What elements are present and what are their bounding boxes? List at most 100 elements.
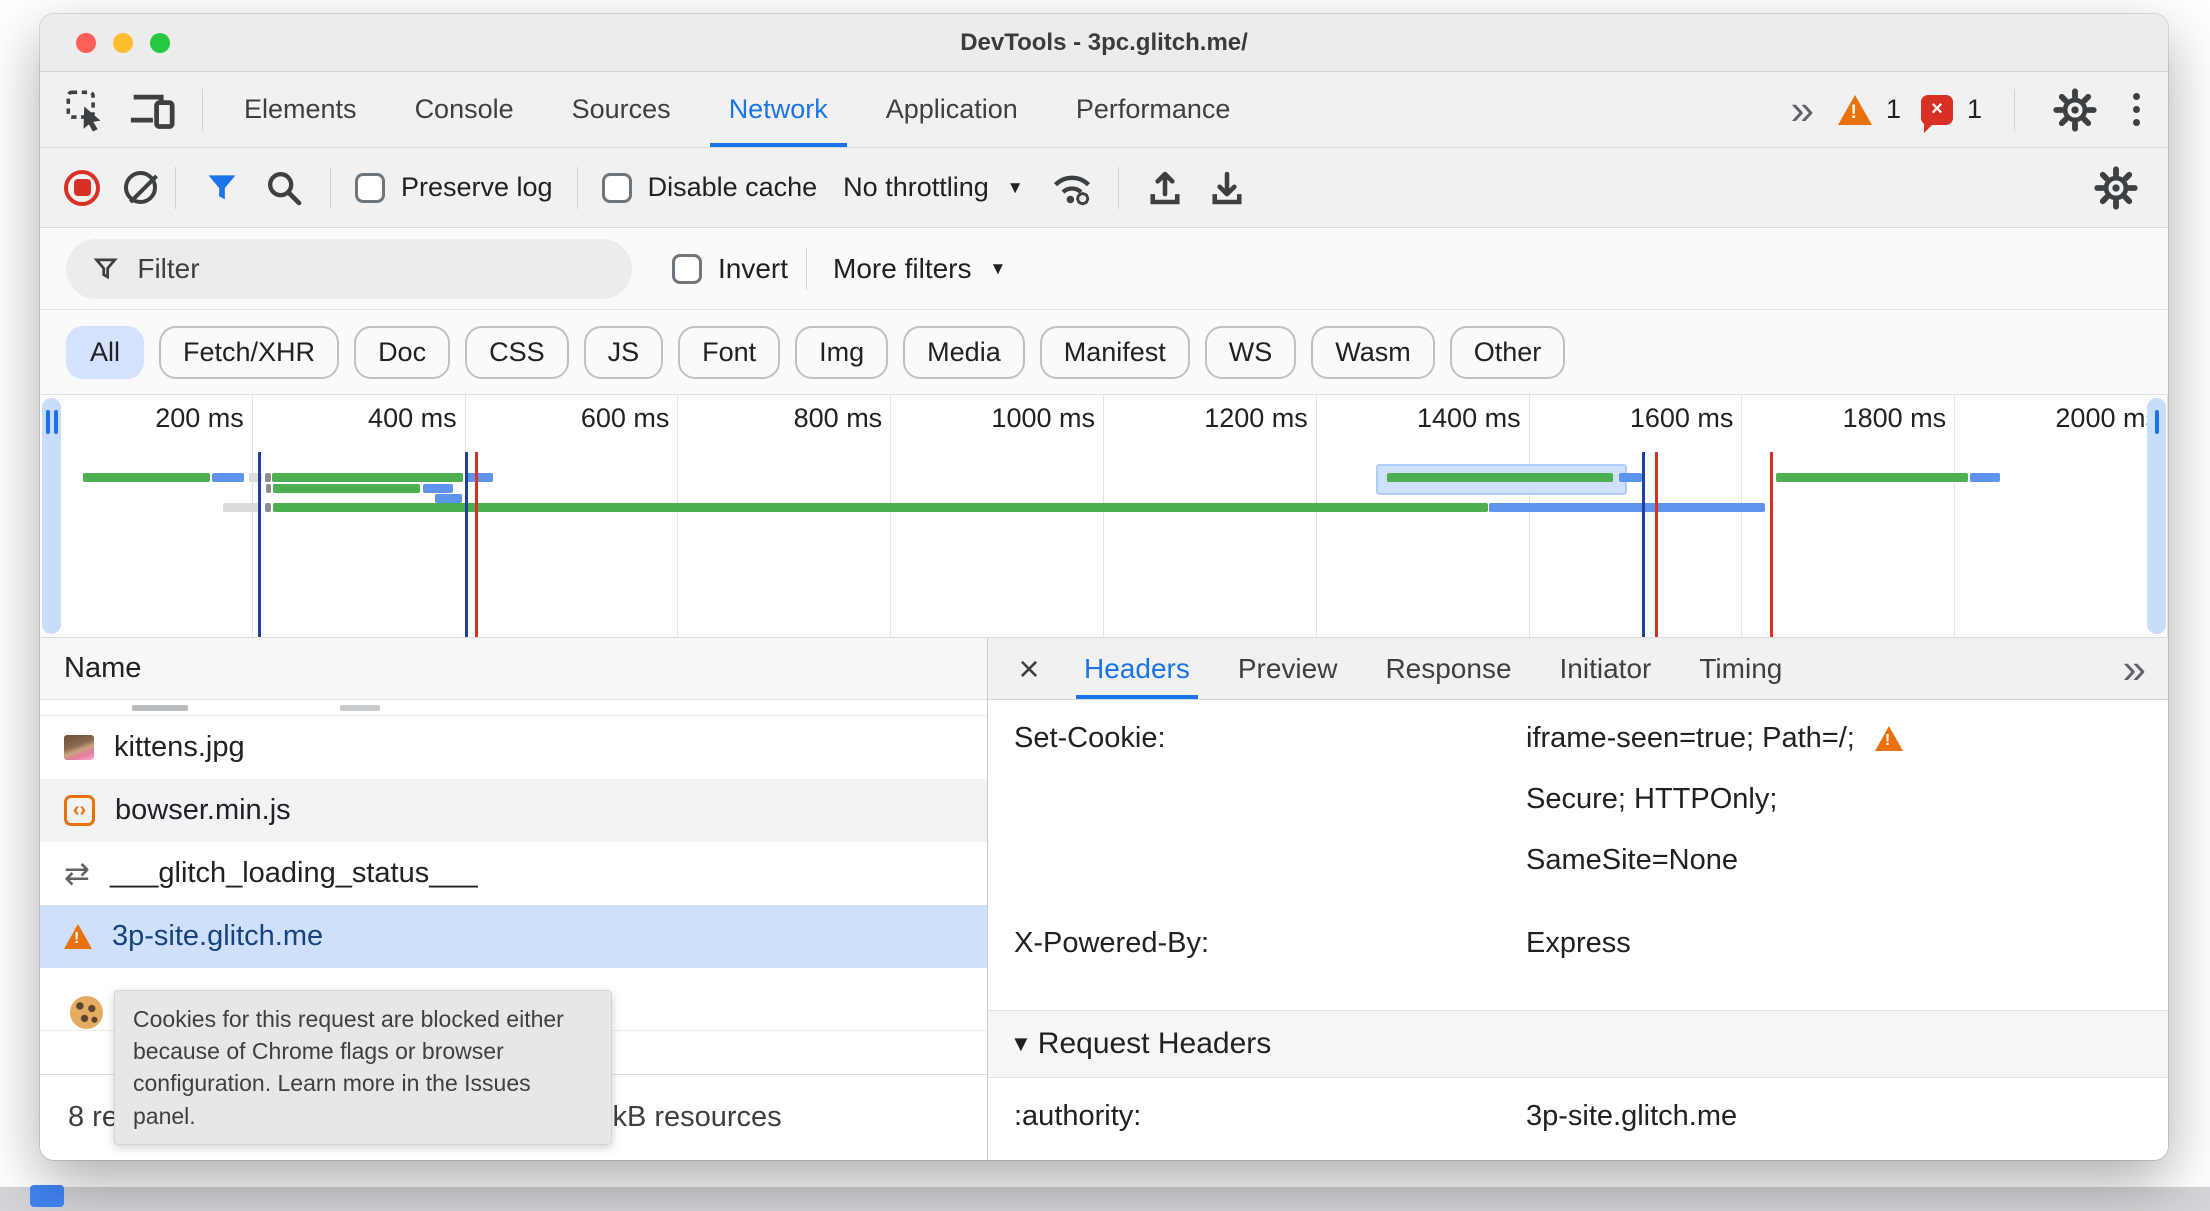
partially-scrolled-row[interactable]: [40, 700, 987, 716]
kebab-menu-icon[interactable]: [2123, 93, 2150, 126]
more-filters-label: More filters: [833, 252, 972, 284]
header-value-text: iframe-seen=true; Path=/;: [1526, 722, 1855, 754]
filter-row: Invert More filters ▼: [40, 228, 2168, 310]
import-har-icon[interactable]: [1137, 160, 1193, 216]
error-icon: ×: [1920, 94, 1953, 133]
chip-manifest[interactable]: Manifest: [1039, 325, 1190, 379]
network-conditions-icon[interactable]: [1044, 160, 1100, 216]
chip-all[interactable]: All: [66, 325, 145, 379]
tab-application[interactable]: Application: [857, 72, 1047, 147]
settings-gear-icon[interactable]: [2047, 82, 2103, 138]
name-column-header[interactable]: Name: [40, 638, 987, 700]
request-row[interactable]: ‹› bowser.min.js: [40, 779, 987, 842]
tab-console[interactable]: Console: [386, 72, 543, 147]
close-window-button[interactable]: [76, 33, 96, 53]
cookie-icon: [70, 996, 103, 1029]
network-settings-gear-icon[interactable]: [2088, 160, 2144, 216]
detail-tab-timing[interactable]: Timing: [1675, 638, 1806, 699]
record-network-log-icon[interactable]: [64, 169, 100, 206]
warning-icon: [64, 924, 92, 949]
filter-funnel-icon[interactable]: [194, 160, 250, 216]
warning-icon: [1837, 94, 1872, 125]
network-toolbar: Preserve log Disable cache No throttling…: [40, 148, 2168, 228]
tab-elements[interactable]: Elements: [215, 72, 386, 147]
throttling-select[interactable]: No throttling ▼: [829, 172, 1037, 203]
chip-js[interactable]: JS: [583, 325, 664, 379]
disable-cache-toggle[interactable]: Disable cache: [596, 172, 824, 203]
request-row[interactable]: ⇄ ___glitch_loading_status___: [40, 842, 987, 905]
tab-performance[interactable]: Performance: [1047, 72, 1260, 147]
waterfall-segment-lightgray: [223, 503, 260, 512]
devtools-tabbar: Elements Console Sources Network Application…: [40, 72, 2168, 148]
divider: [330, 166, 331, 209]
more-filters-dropdown[interactable]: More filters ▼: [819, 253, 1020, 285]
chip-ws[interactable]: WS: [1204, 325, 1297, 379]
overview-right-handle[interactable]: [2147, 398, 2166, 634]
waterfall-bars: [40, 395, 2168, 637]
background-window-strip: [0, 1187, 2210, 1211]
chip-media[interactable]: Media: [903, 325, 1025, 379]
waterfall-segment-green: [273, 503, 1489, 512]
zoom-window-button[interactable]: [150, 33, 170, 53]
header-value-line: Express: [1526, 927, 2142, 960]
waterfall-segment-green: [1776, 473, 1968, 482]
warning-count: 1: [1885, 94, 1901, 124]
waterfall-segment-green: [82, 473, 211, 482]
divider: [1117, 166, 1119, 209]
divider: [806, 247, 808, 290]
request-details-pane: × Headers Preview Response Initiator Timing …: [988, 638, 2168, 1160]
header-value-line: Secure; HTTPOnly;: [1526, 783, 2142, 816]
console-error-group[interactable]: × 1: [1920, 94, 1982, 133]
chevron-down-icon: ▼: [989, 258, 1007, 278]
chip-img[interactable]: Img: [795, 325, 889, 379]
waterfall-overview[interactable]: 200 ms 400 ms 600 ms 800 ms 1000 ms 1200 ms 14…: [40, 395, 2168, 638]
invert-label: Invert: [718, 252, 789, 284]
error-count: 1: [1966, 94, 1982, 124]
chip-other[interactable]: Other: [1449, 325, 1566, 379]
export-har-icon[interactable]: [1199, 160, 1255, 216]
waterfall-segment-green: [271, 473, 464, 482]
tab-sources[interactable]: Sources: [543, 72, 700, 147]
chip-css[interactable]: CSS: [465, 325, 569, 379]
chip-wasm[interactable]: Wasm: [1311, 325, 1435, 379]
issues-warning-group[interactable]: 1: [1837, 94, 1901, 125]
header-value: iframe-seen=true; Path=/; Secure; HTTPOnl…: [1526, 722, 2142, 905]
filter-input[interactable]: [137, 252, 606, 285]
overview-left-handle[interactable]: [42, 398, 61, 634]
warning-icon[interactable]: [1874, 726, 1903, 751]
detail-tab-response[interactable]: Response: [1361, 638, 1535, 699]
preserve-log-toggle[interactable]: Preserve log: [349, 172, 559, 203]
filter-input-pill[interactable]: [66, 238, 632, 299]
chip-doc[interactable]: Doc: [354, 325, 451, 379]
disable-cache-checkbox[interactable]: [601, 172, 632, 203]
invert-toggle[interactable]: Invert: [666, 253, 794, 285]
detail-tab-initiator[interactable]: Initiator: [1536, 638, 1676, 699]
detail-tab-preview[interactable]: Preview: [1214, 638, 1362, 699]
clear-network-log-icon[interactable]: [124, 171, 157, 204]
request-row[interactable]: 3p-site.glitch.me: [40, 905, 987, 968]
divider: [202, 88, 203, 131]
minimize-window-button[interactable]: [113, 33, 133, 53]
close-icon[interactable]: ×: [998, 638, 1060, 699]
search-icon[interactable]: [256, 160, 312, 216]
tab-network[interactable]: Network: [700, 72, 857, 147]
header-name: :authority:: [1014, 1100, 1142, 1132]
invert-checkbox[interactable]: [672, 253, 702, 284]
request-headers-section[interactable]: ▼ Request Headers: [988, 1010, 2168, 1078]
chip-font[interactable]: Font: [678, 325, 781, 379]
event-line-red: [1655, 452, 1659, 637]
waterfall-segment-blue: [434, 494, 463, 503]
more-detail-tabs-icon[interactable]: »: [2117, 647, 2158, 690]
traffic-lights: [76, 33, 170, 53]
preserve-log-checkbox[interactable]: [355, 172, 385, 203]
inspect-element-icon[interactable]: [58, 82, 114, 138]
more-panels-icon[interactable]: »: [1785, 88, 1818, 131]
divider: [175, 166, 176, 209]
detail-tab-headers[interactable]: Headers: [1060, 638, 1214, 699]
device-toolbar-icon[interactable]: [124, 82, 180, 138]
waterfall-segment-tick: [264, 503, 271, 512]
header-row: :authority: 3p-site.glitch.me: [988, 1078, 2168, 1133]
request-row[interactable]: kittens.jpg: [40, 716, 987, 779]
header-row: Set-Cookie: iframe-seen=true; Path=/; Secu…: [988, 700, 2168, 905]
chip-fetch-xhr[interactable]: Fetch/XHR: [159, 325, 340, 379]
